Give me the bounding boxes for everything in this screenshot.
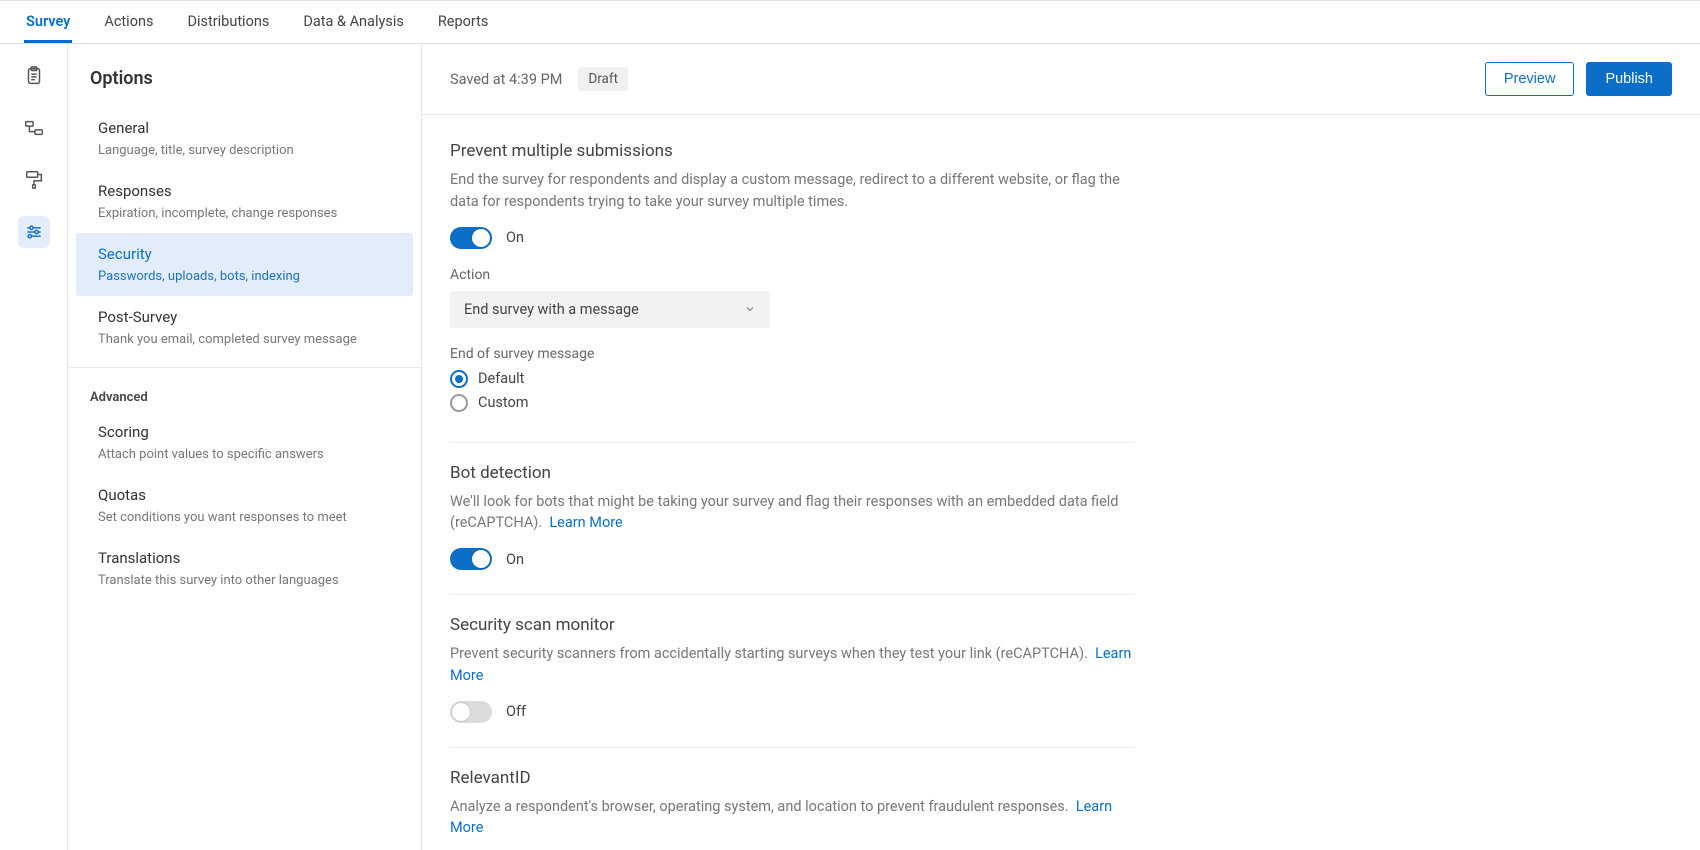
sidebar-item-security[interactable]: Security Passwords, uploads, bots, index…	[76, 233, 413, 296]
sidebar-item-translations[interactable]: Translations Translate this survey into …	[76, 537, 413, 600]
sidebar-item-general[interactable]: General Language, title, survey descript…	[76, 107, 413, 170]
clipboard-icon[interactable]	[18, 60, 50, 92]
section-prevent-multiple: Prevent multiple submissions End the sur…	[450, 137, 1134, 443]
flow-icon[interactable]	[18, 112, 50, 144]
side-panel: Options General Language, title, survey …	[68, 44, 422, 850]
section-title: Prevent multiple submissions	[450, 141, 1134, 161]
paint-roller-icon[interactable]	[18, 164, 50, 196]
radio-custom[interactable]: Custom	[450, 394, 1134, 412]
section-desc: We'll look for bots that might be taking…	[450, 491, 1134, 535]
toggle-bot-detection[interactable]	[450, 548, 492, 570]
section-security-scan: Security scan monitor Prevent security s…	[450, 611, 1134, 748]
tab-distributions[interactable]: Distributions	[185, 1, 271, 43]
sidebar-item-desc: Language, title, survey description	[98, 143, 391, 158]
top-tabs: Survey Actions Distributions Data & Anal…	[0, 1, 1700, 44]
side-panel-title: Options	[68, 62, 421, 107]
sidebar-item-post-survey[interactable]: Post-Survey Thank you email, completed s…	[76, 296, 413, 359]
radio-input[interactable]	[450, 394, 468, 412]
radio-label: Default	[478, 370, 524, 387]
section-title: Security scan monitor	[450, 615, 1134, 635]
sidebar-item-desc: Passwords, uploads, bots, indexing	[98, 269, 391, 284]
toggle-security-scan[interactable]	[450, 701, 492, 723]
tab-survey[interactable]: Survey	[24, 1, 72, 43]
tab-data-analysis[interactable]: Data & Analysis	[301, 1, 405, 43]
toggle-label: On	[506, 229, 524, 246]
sidebar-item-desc: Thank you email, completed survey messag…	[98, 332, 391, 347]
sidebar-item-desc: Attach point values to specific answers	[98, 447, 391, 462]
action-select[interactable]: End survey with a message	[450, 291, 770, 328]
preview-button[interactable]: Preview	[1485, 62, 1575, 96]
sidebar-item-label: Responses	[98, 182, 391, 200]
section-desc: End the survey for respondents and displ…	[450, 169, 1134, 213]
toggle-label: On	[506, 551, 524, 568]
section-desc: Analyze a respondent's browser, operatin…	[450, 796, 1134, 840]
radio-default[interactable]: Default	[450, 370, 1134, 388]
sidebar-item-label: Security	[98, 245, 391, 263]
sidebar-item-desc: Translate this survey into other languag…	[98, 573, 391, 588]
sidebar-item-label: Scoring	[98, 423, 391, 441]
sidebar-item-scoring[interactable]: Scoring Attach point values to specific …	[76, 411, 413, 474]
sidebar-item-desc: Expiration, incomplete, change responses	[98, 206, 391, 221]
sidebar-item-responses[interactable]: Responses Expiration, incomplete, change…	[76, 170, 413, 233]
divider	[68, 367, 421, 368]
main-header: Saved at 4:39 PM Draft Preview Publish	[422, 44, 1700, 115]
sidebar-item-label: Post-Survey	[98, 308, 391, 326]
sliders-icon[interactable]	[18, 216, 50, 248]
section-desc: Prevent security scanners from accidenta…	[450, 643, 1134, 687]
publish-button[interactable]: Publish	[1586, 62, 1672, 96]
eos-label: End of survey message	[450, 346, 1134, 362]
section-relevant-id: RelevantID Analyze a respondent's browse…	[450, 764, 1134, 850]
left-rail	[0, 44, 68, 850]
saved-text: Saved at 4:39 PM	[450, 71, 562, 88]
action-label: Action	[450, 267, 1134, 283]
sidebar-item-label: Translations	[98, 549, 391, 567]
sidebar-item-label: General	[98, 119, 391, 137]
chevron-down-icon	[744, 303, 756, 315]
sidebar-item-desc: Set conditions you want responses to mee…	[98, 510, 391, 525]
toggle-prevent-multiple[interactable]	[450, 227, 492, 249]
tab-actions[interactable]: Actions	[102, 1, 155, 43]
toggle-label: Off	[506, 703, 526, 720]
draft-badge: Draft	[578, 67, 628, 91]
section-bot-detection: Bot detection We'll look for bots that m…	[450, 459, 1134, 596]
sidebar-item-quotas[interactable]: Quotas Set conditions you want responses…	[76, 474, 413, 537]
section-title: RelevantID	[450, 768, 1134, 788]
radio-input[interactable]	[450, 370, 468, 388]
sidebar-item-label: Quotas	[98, 486, 391, 504]
side-group-advanced: Advanced	[68, 376, 421, 411]
radio-label: Custom	[478, 394, 529, 411]
tab-reports[interactable]: Reports	[436, 1, 491, 43]
action-select-value: End survey with a message	[464, 301, 639, 318]
main: Saved at 4:39 PM Draft Preview Publish P…	[422, 44, 1700, 850]
learn-more-link[interactable]: Learn More	[549, 514, 622, 531]
section-title: Bot detection	[450, 463, 1134, 483]
